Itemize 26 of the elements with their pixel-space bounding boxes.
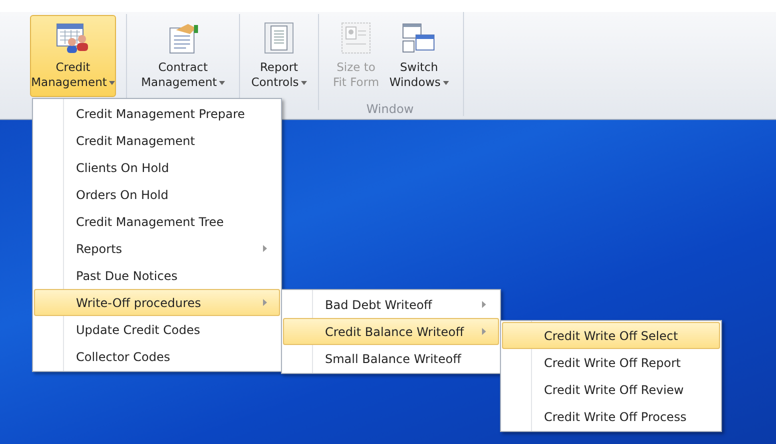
menu-item[interactable]: Credit Write Off Review xyxy=(502,376,720,403)
menu-item[interactable]: Collector Codes xyxy=(34,343,280,370)
menu-item[interactable]: Orders On Hold xyxy=(34,181,280,208)
menu-item[interactable]: Credit Write Off Process xyxy=(502,403,720,430)
menu-item[interactable]: Update Credit Codes xyxy=(34,316,280,343)
menu-item[interactable]: Credit Management Prepare xyxy=(34,100,280,127)
menu-item[interactable]: Credit Management xyxy=(34,127,280,154)
menu-item[interactable]: Bad Debt Writeoff xyxy=(283,291,499,318)
menu-item[interactable]: Credit Write Off Select xyxy=(502,322,720,349)
calendar-people-icon xyxy=(56,22,90,54)
ribbon-button[interactable]: Credit Management xyxy=(30,15,116,97)
menu-item[interactable]: Write-Off procedures xyxy=(34,289,280,316)
menu-item[interactable]: Credit Write Off Report xyxy=(502,349,720,376)
menu-item[interactable]: Past Due Notices xyxy=(34,262,280,289)
ribbon-button[interactable]: Contract Management xyxy=(137,15,229,97)
ribbon-button[interactable]: Switch Windows xyxy=(387,15,451,97)
menu-item[interactable]: Reports xyxy=(34,235,280,262)
form-icon xyxy=(341,22,371,54)
group-label: Window xyxy=(366,101,414,118)
ribbon-button[interactable]: Report Controls xyxy=(250,15,308,97)
menu-item[interactable]: Credit Management Tree xyxy=(34,208,280,235)
document-icon xyxy=(264,22,294,54)
menu-item[interactable]: Clients On Hold xyxy=(34,154,280,181)
windows-icon xyxy=(402,22,436,54)
menu-item[interactable]: Credit Balance Writeoff xyxy=(283,318,499,345)
menu-item[interactable]: Small Balance Writeoff xyxy=(283,345,499,372)
